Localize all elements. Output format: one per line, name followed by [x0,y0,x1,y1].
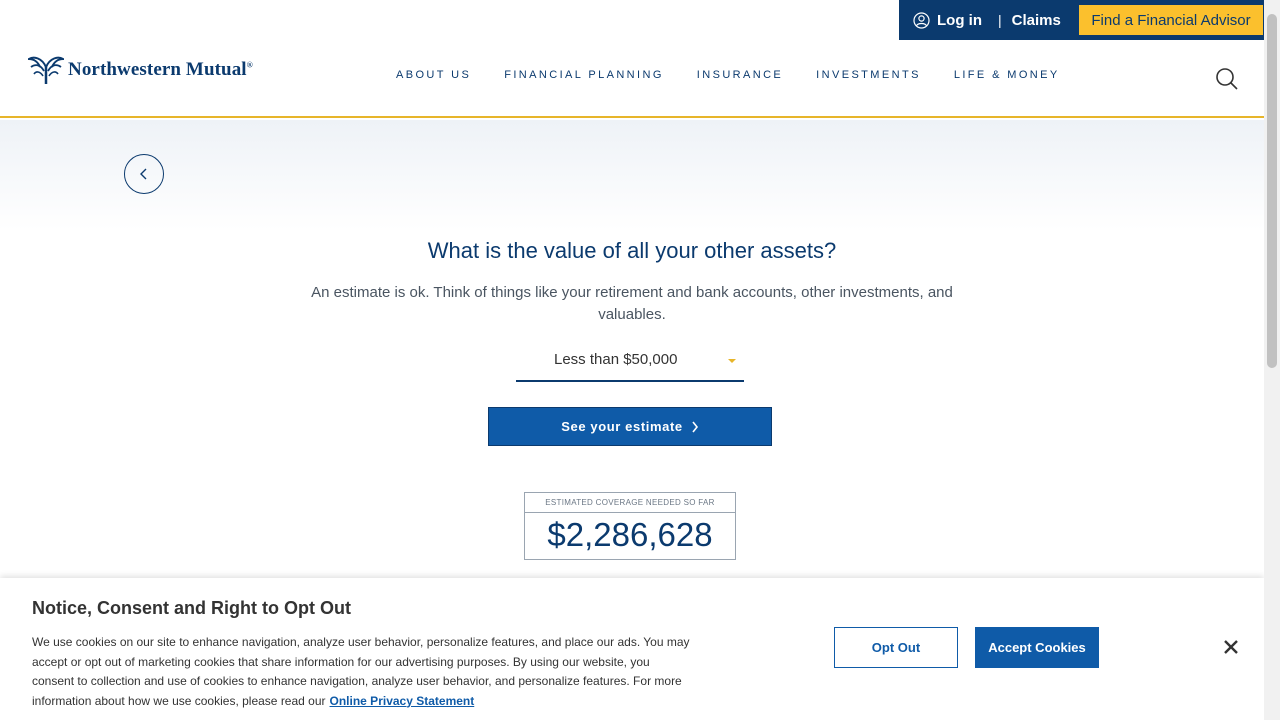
caret-down-icon [728,359,736,363]
cookie-banner: Notice, Consent and Right to Opt Out We … [0,578,1264,720]
accept-cookies-button[interactable]: Accept Cookies [975,627,1099,668]
logo[interactable]: Northwestern Mutual® [28,54,253,86]
login-label: Log in [937,11,982,29]
close-icon [1224,640,1238,654]
nav-item-insurance[interactable]: INSURANCE [697,69,783,81]
opt-out-button[interactable]: Opt Out [834,627,958,668]
login-link[interactable]: Log in [913,12,982,29]
question-heading: What is the value of all your other asse… [427,238,837,263]
main-nav: ABOUT US FINANCIAL PLANNING INSURANCE IN… [396,69,1093,81]
assets-value-select[interactable]: Less than $50,000 [516,344,744,382]
see-estimate-label: See your estimate [561,419,683,434]
search-icon [1216,68,1238,90]
cookie-title: Notice, Consent and Right to Opt Out [32,598,351,618]
search-button[interactable] [1215,67,1239,91]
chevron-right-icon [692,421,698,432]
nav-item-financial-planning[interactable]: FINANCIAL PLANNING [504,69,664,81]
select-value: Less than $50,000 [554,351,678,368]
scrollbar-thumb[interactable] [1267,14,1277,368]
cookie-text: We use cookies on our site to enhance na… [32,633,692,711]
user-circle-icon [913,11,930,29]
nav-item-investments[interactable]: INVESTMENTS [816,69,921,81]
logo-text: Northwestern Mutual® [68,59,253,80]
coverage-value: $2,286,628 [547,516,713,553]
nav-item-about-us[interactable]: ABOUT US [396,69,471,81]
find-advisor-button[interactable]: Find a Financial Advisor [1079,5,1263,35]
utility-bar: Log in | Claims Find a Financial Advisor [899,0,1264,40]
site-header: Northwestern Mutual® ABOUT US FINANCIAL … [0,40,1264,118]
chevron-left-icon [140,168,147,180]
utility-divider: | [998,12,1002,28]
nav-item-life-and-money[interactable]: LIFE & MONEY [954,69,1060,81]
close-banner-button[interactable] [1222,638,1240,656]
privacy-statement-link[interactable]: Online Privacy Statement [330,694,475,708]
hero-background [0,120,1264,230]
question-subtext: An estimate is ok. Think of things like … [311,284,953,323]
coverage-estimate-box: ESTIMATED COVERAGE NEEDED SO FAR $2,286,… [524,492,736,560]
see-estimate-button[interactable]: See your estimate [488,407,772,446]
claims-link[interactable]: Claims [1012,12,1061,29]
page-scrollbar[interactable] [1264,0,1280,720]
back-button[interactable] [124,154,164,194]
coverage-label: ESTIMATED COVERAGE NEEDED SO FAR [525,493,735,513]
eagle-logo-icon [28,56,64,84]
